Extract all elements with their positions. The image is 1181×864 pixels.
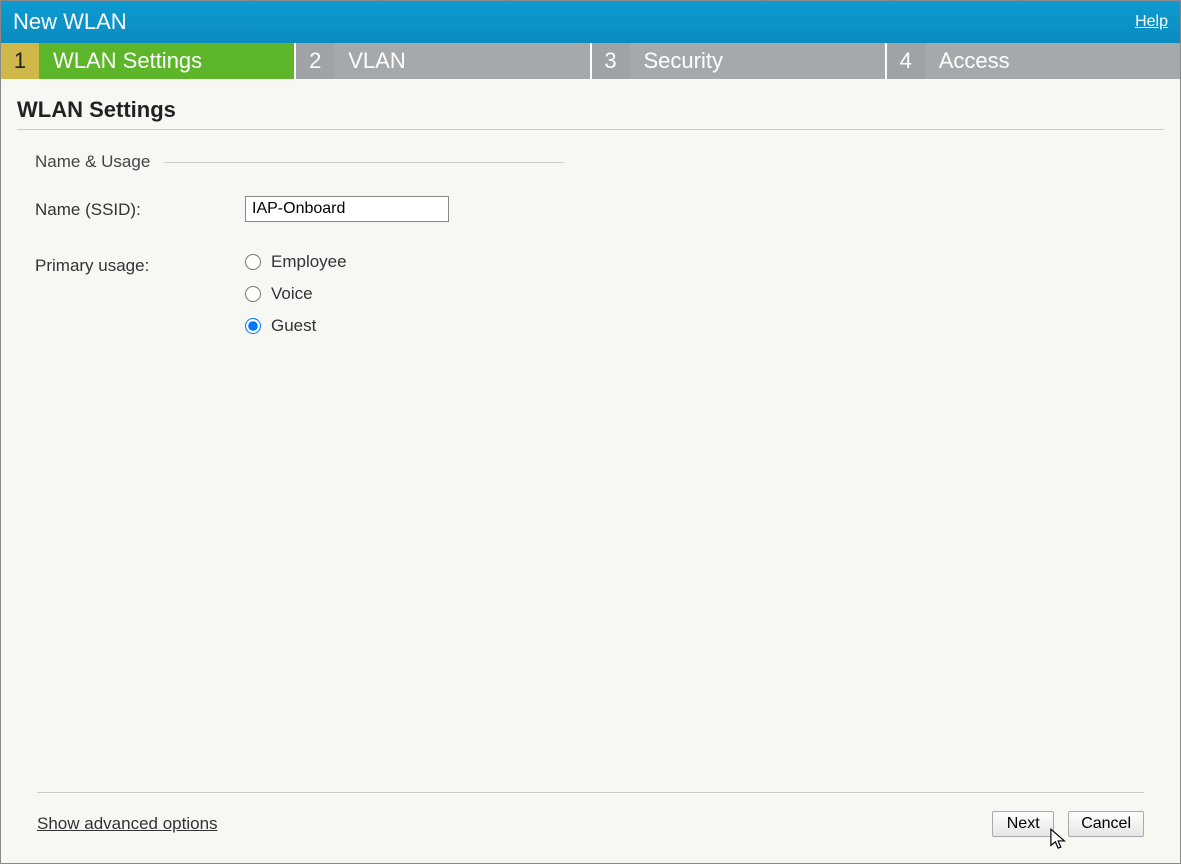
dialog-title: New WLAN [13, 9, 127, 35]
wizard-steps: 1 WLAN Settings 2 VLAN 3 Security 4 Acce… [1, 43, 1180, 79]
titlebar: New WLAN Help [1, 1, 1180, 43]
radio-employee-label: Employee [271, 252, 347, 272]
radio-voice-label: Voice [271, 284, 313, 304]
radio-guest-label: Guest [271, 316, 316, 336]
step-number: 4 [887, 43, 925, 79]
row-name: Name (SSID): [35, 196, 1146, 222]
step-label: WLAN Settings [39, 48, 202, 74]
usage-label: Primary usage: [35, 252, 245, 336]
step-access[interactable]: 4 Access [887, 43, 1180, 79]
radio-voice[interactable]: Voice [245, 284, 347, 304]
fieldset-legend-row: Name & Usage [35, 152, 1146, 172]
footer-row: Show advanced options Next Cancel [37, 811, 1144, 837]
step-security[interactable]: 3 Security [592, 43, 887, 79]
footer: Show advanced options Next Cancel [17, 792, 1164, 855]
fieldset-divider [164, 162, 564, 163]
radio-guest-input[interactable] [245, 318, 261, 334]
radio-guest[interactable]: Guest [245, 316, 347, 336]
radio-employee[interactable]: Employee [245, 252, 347, 272]
name-label: Name (SSID): [35, 196, 245, 222]
row-primary-usage: Primary usage: Employee Voice Guest [35, 252, 1146, 336]
cancel-button[interactable]: Cancel [1068, 811, 1144, 837]
form-area: Name & Usage Name (SSID): Primary usage:… [17, 130, 1164, 792]
content-area: WLAN Settings Name & Usage Name (SSID): … [1, 79, 1180, 863]
advanced-options-link[interactable]: Show advanced options [37, 814, 218, 834]
step-label: Security [630, 48, 723, 74]
step-number: 3 [592, 43, 630, 79]
new-wlan-dialog: New WLAN Help 1 WLAN Settings 2 VLAN 3 S… [0, 0, 1181, 864]
radio-employee-input[interactable] [245, 254, 261, 270]
step-number: 1 [1, 43, 39, 79]
step-wlan-settings[interactable]: 1 WLAN Settings [1, 43, 296, 79]
footer-divider [37, 792, 1144, 793]
help-link[interactable]: Help [1135, 13, 1168, 31]
usage-radio-group: Employee Voice Guest [245, 252, 347, 336]
button-group: Next Cancel [992, 811, 1144, 837]
step-vlan[interactable]: 2 VLAN [296, 43, 591, 79]
fieldset-legend: Name & Usage [35, 152, 164, 172]
next-button[interactable]: Next [992, 811, 1054, 837]
section-title: WLAN Settings [17, 97, 1164, 130]
ssid-input[interactable] [245, 196, 449, 222]
radio-voice-input[interactable] [245, 286, 261, 302]
step-label: Access [925, 48, 1010, 74]
step-label: VLAN [334, 48, 405, 74]
step-number: 2 [296, 43, 334, 79]
